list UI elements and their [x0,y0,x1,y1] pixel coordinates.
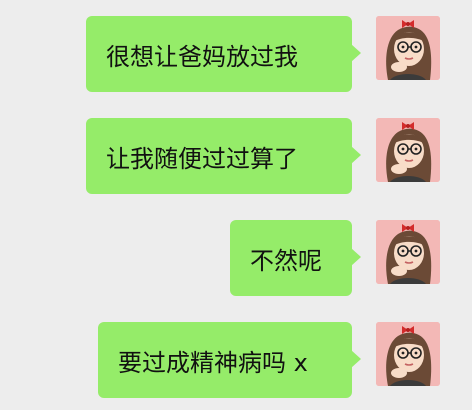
message-row: 不然呢 [0,220,472,298]
message-text: 不然呢 [250,246,322,275]
message-bubble[interactable]: 不然呢 [230,220,361,296]
message-text: 很想让爸妈放过我 [106,42,298,71]
message-bubble[interactable]: 要过成精神病吗 x [98,322,361,398]
message-row: 要过成精神病吗 x [0,322,472,400]
girl-avatar-icon[interactable] [376,220,440,284]
chat-area: 很想让爸妈放过我 让我随便过过算了 不然呢 要过成精神病吗 x [0,0,472,410]
message-bubble[interactable]: 让我随便过过算了 [86,118,361,194]
message-text: 要过成精神病吗 x [118,348,308,377]
message-bubble[interactable]: 很想让爸妈放过我 [86,16,361,92]
girl-avatar-icon[interactable] [376,118,440,182]
girl-avatar-icon[interactable] [376,322,440,386]
girl-avatar-icon[interactable] [376,16,440,80]
message-row: 让我随便过过算了 [0,118,472,196]
message-text: 让我随便过过算了 [106,144,298,173]
message-row: 很想让爸妈放过我 [0,16,472,94]
